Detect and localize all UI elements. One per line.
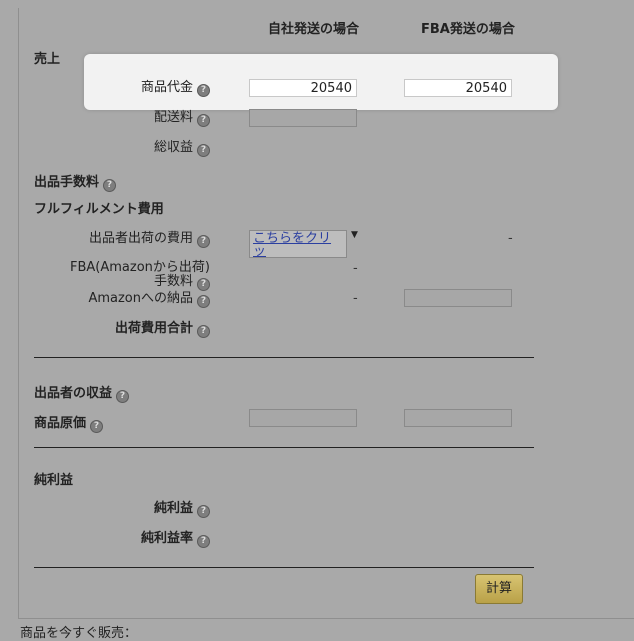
help-icon[interactable]: ?	[197, 505, 210, 518]
help-icon[interactable]: ?	[197, 114, 210, 127]
item-price-fba-field[interactable]	[404, 79, 512, 97]
label-shipping: 配送料?	[20, 110, 210, 127]
label-total-revenue: 総収益?	[20, 140, 210, 157]
amazon-inbound-own-dash: -	[353, 291, 358, 306]
help-icon[interactable]: ?	[197, 84, 210, 97]
divider-2	[34, 447, 534, 448]
click-here-link[interactable]: こちらをクリッ ク	[249, 230, 347, 258]
help-icon[interactable]: ?	[116, 390, 130, 403]
help-icon[interactable]: ?	[197, 325, 210, 338]
amazon-inbound-fba-field[interactable]	[404, 289, 512, 307]
divider-1	[34, 357, 534, 358]
help-icon[interactable]: ?	[197, 535, 210, 548]
item-price-own-field[interactable]	[249, 79, 357, 97]
section-fulfillment: フルフィルメント費用	[34, 202, 164, 217]
help-icon[interactable]: ?	[90, 420, 104, 433]
label-fba-fee: FBA(Amazonから出荷) 手数料?	[70, 260, 210, 291]
section-cost: 商品原価?	[34, 412, 104, 433]
label-net-profit: 純利益?	[20, 501, 210, 518]
column-header-fba: FBA発送の場合	[421, 22, 515, 37]
item-price-own-input[interactable]	[250, 80, 356, 96]
section-net-profit: 純利益	[34, 473, 74, 488]
seller-ship-cost-fba-dash: -	[508, 231, 513, 246]
shipping-own-field[interactable]	[249, 109, 357, 127]
label-net-profit-rate: 純利益率?	[20, 531, 210, 548]
section-sales: 売上	[34, 52, 61, 67]
cost-fba-field[interactable]	[404, 409, 512, 427]
dropdown-caret-icon[interactable]: ▼	[351, 230, 358, 240]
help-icon[interactable]: ?	[197, 295, 210, 308]
cost-own-field[interactable]	[249, 409, 357, 427]
help-icon[interactable]: ?	[197, 235, 210, 248]
help-icon[interactable]: ?	[197, 278, 210, 291]
label-amazon-inbound: Amazonへの納品?	[20, 291, 210, 308]
column-header-own: 自社発送の場合	[268, 22, 360, 37]
divider-3	[34, 567, 534, 568]
label-seller-ship-cost: 出品者出荷の費用?	[20, 231, 210, 248]
footer-sell-now-text: 商品を今すぐ販売：	[20, 626, 138, 641]
help-icon[interactable]: ?	[103, 179, 117, 192]
calculate-button[interactable]: 計算	[475, 574, 523, 604]
section-selling-fee: 出品手数料?	[34, 171, 117, 192]
section-seller-profit: 出品者の収益?	[34, 382, 130, 403]
label-shipping-total: 出荷費用合計?	[20, 321, 210, 338]
fba-fee-own-dash: -	[353, 261, 358, 276]
label-item-price: 商品代金?	[20, 80, 210, 97]
help-icon[interactable]: ?	[197, 144, 210, 157]
item-price-fba-input[interactable]	[405, 80, 511, 96]
